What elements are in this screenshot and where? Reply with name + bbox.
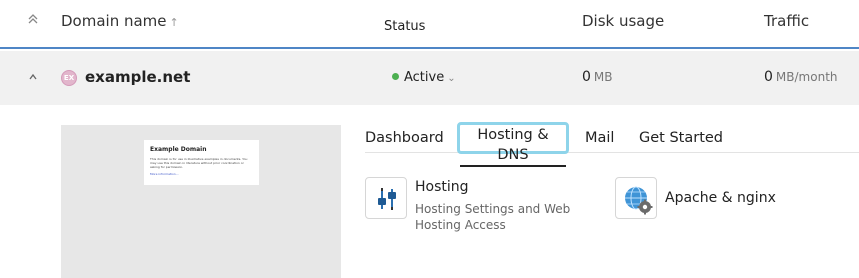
- traffic-unit: MB/month: [775, 70, 838, 84]
- sliders-icon: [365, 177, 407, 219]
- preview-text: This domain is for use in illustrative e…: [150, 157, 248, 169]
- preview-card: Example Domain This domain is for use in…: [144, 140, 259, 185]
- domain-avatar: EX: [61, 70, 77, 86]
- domain-name-link[interactable]: example.net: [85, 68, 190, 86]
- site-preview-thumbnail[interactable]: Example Domain This domain is for use in…: [61, 125, 341, 278]
- globe-gear-icon: [615, 177, 657, 219]
- table-header: Domain name ↑ Status Disk usage Traffic: [0, 0, 859, 49]
- column-header-domain-name[interactable]: Domain name ↑: [61, 12, 179, 30]
- disk-usage-number: 0: [582, 69, 591, 85]
- double-chevron-up-icon[interactable]: [25, 13, 41, 29]
- disk-usage-unit: MB: [593, 70, 613, 84]
- status-dot-icon: [392, 73, 399, 80]
- column-header-disk-usage: Disk usage: [582, 12, 665, 30]
- column-header-traffic: Traffic: [764, 12, 810, 30]
- tab-hosting-dns-label: Hosting & DNS: [460, 125, 566, 167]
- domain-tabs: Dashboard Hosting & DNS Mail Get Started: [365, 122, 859, 167]
- preview-link: More information...: [150, 172, 179, 176]
- status-label: Active: [404, 70, 445, 85]
- hosting-tool-title: Hosting: [415, 179, 469, 195]
- tab-get-started[interactable]: Get Started: [639, 123, 723, 153]
- domain-row: EX example.net Active ⌄ 0 MB 0 MB/month: [0, 51, 859, 105]
- apache-nginx-tool-title: Apache & nginx: [665, 190, 776, 206]
- column-header-status: Status: [384, 19, 426, 34]
- status-dropdown[interactable]: Active ⌄: [392, 70, 456, 85]
- column-header-domain-name-label: Domain name: [61, 12, 167, 30]
- disk-usage-value: 0 MB: [582, 69, 613, 85]
- tab-mail[interactable]: Mail: [585, 123, 614, 153]
- arrow-up-icon: ↑: [169, 16, 179, 29]
- traffic-number: 0: [764, 69, 773, 85]
- chevron-down-icon: ⌄: [447, 73, 456, 84]
- traffic-value: 0 MB/month: [764, 69, 838, 85]
- preview-title: Example Domain: [150, 146, 207, 153]
- tab-dashboard[interactable]: Dashboard: [365, 123, 444, 153]
- hosting-tool-description: Hosting Settings and Web Hosting Access: [415, 202, 571, 232]
- tab-hosting-dns[interactable]: Hosting & DNS: [457, 122, 569, 167]
- chevron-up-icon[interactable]: [25, 70, 41, 86]
